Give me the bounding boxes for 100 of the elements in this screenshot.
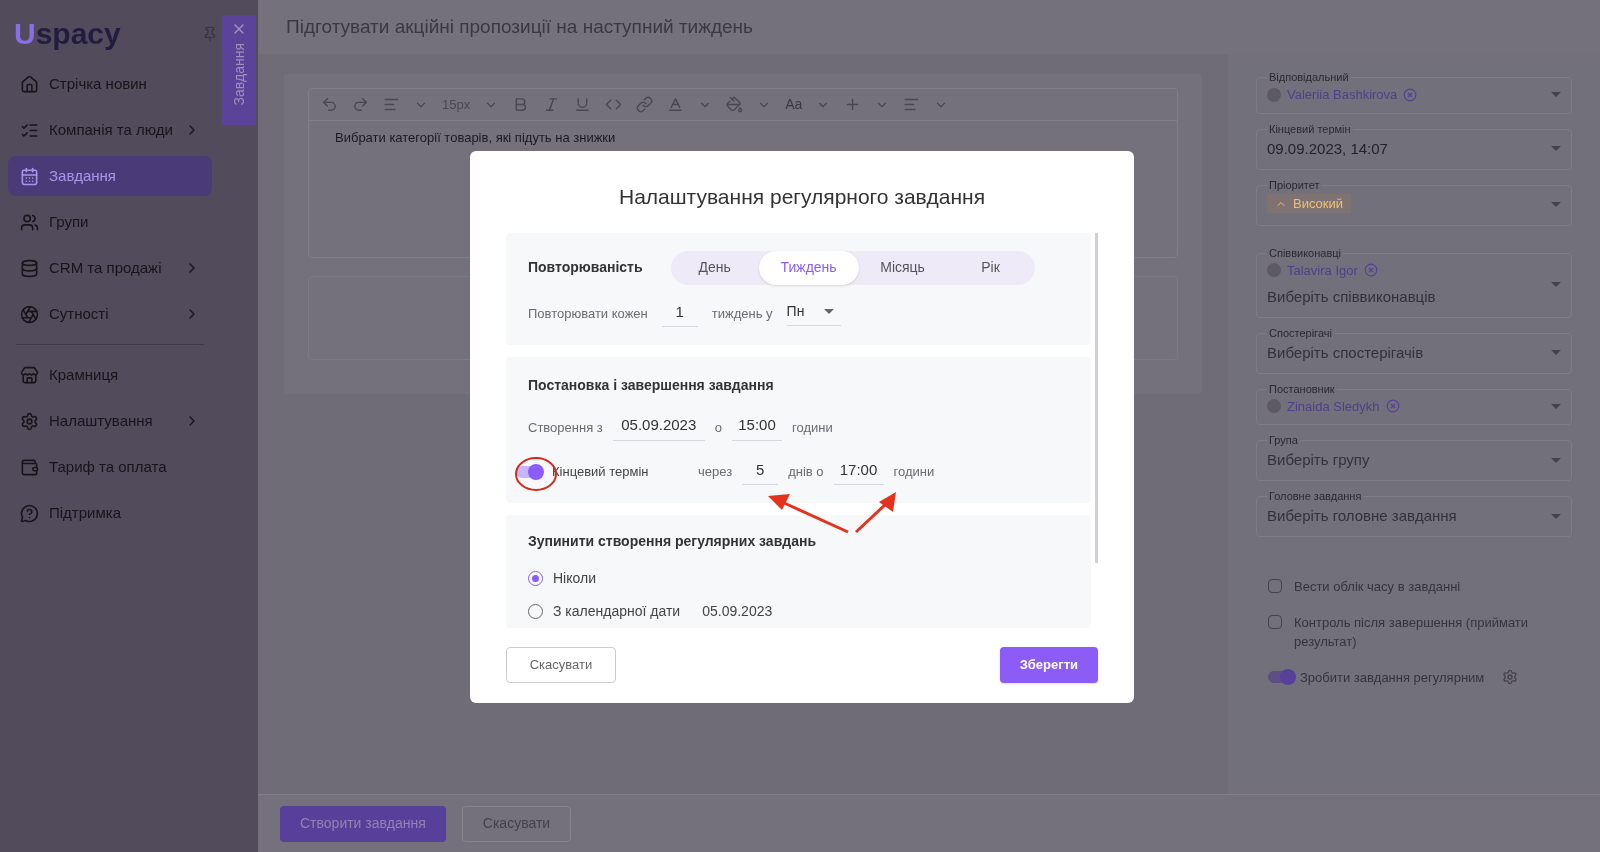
weekday-select[interactable]: Пн [786,301,841,327]
remove-icon[interactable] [1385,399,1400,414]
create-task-button[interactable]: Створити завдання [280,805,446,842]
nav-icon [20,166,39,186]
at-label: о [714,418,722,437]
nav-icon [20,212,39,232]
text-case-select[interactable]: Aa [785,94,803,115]
priority-badge: Високий [1267,193,1352,214]
link-icon[interactable] [636,96,654,113]
nav-item[interactable]: Налаштування [8,401,212,441]
settings-icon[interactable] [1502,669,1519,686]
nav-item[interactable]: Сутності [8,294,212,334]
pin-icon[interactable] [202,26,218,42]
redo-icon[interactable] [352,96,369,113]
days-label: днів о [788,463,824,481]
date-input[interactable]: 05.09.2023 [612,414,705,441]
time-input[interactable]: 17:00 [833,458,884,485]
placeholder: Виберіть співвиконавців [1267,287,1437,307]
period-tab[interactable]: Місяць [858,250,947,285]
field-label: Кінцевий термін [1269,122,1351,135]
fill-color-icon[interactable] [726,96,744,113]
radio-label: З календарної дати [553,602,681,621]
dropdown-arrow-icon [1551,457,1561,463]
nav-item[interactable]: CRM та продажі [8,248,212,288]
undo-icon[interactable] [321,96,338,113]
field-label: Постановник [1269,382,1335,395]
unit-label: тиждень у [711,305,773,323]
nav-icon [20,503,39,523]
nav-item[interactable]: Підтримка [8,493,212,533]
date-value: 05.09.2023 [702,602,773,621]
toggle[interactable] [1268,671,1294,684]
nav-item[interactable]: Тариф та оплата [8,447,212,487]
section-heading: Постановка і завершення завдання [528,376,775,395]
interval-input[interactable]: 1 [661,300,698,327]
nav-icon [20,258,39,278]
field-label: Співвиконавці [1269,246,1341,259]
dropdown-arrow-icon [1551,282,1561,287]
nav-icon [20,304,39,324]
checkbox-label: Контроль після завершення (приймати результат) [1294,613,1530,651]
dropdown-arrow-icon [1551,146,1561,151]
description-text[interactable]: Вибрати категорії товарів, які підуть на знижки [335,130,616,145]
radio-label: Ніколи [553,569,596,588]
period-tab[interactable]: День [670,250,759,285]
select-field[interactable]: Пріоритет Високий [1256,179,1572,226]
select-field[interactable]: Група Виберіть групу [1256,435,1572,481]
repeat-label: Повторювати кожен [528,305,648,323]
period-tab[interactable]: Тиждень [758,250,859,285]
select-field[interactable]: Кінцевий термін 09.09.2023, 14:07 [1256,123,1572,170]
nav-item[interactable]: Групи [8,202,212,242]
hours-label: години [893,463,935,481]
dialog-title: Налаштування регулярного завдання [617,184,987,210]
select-field[interactable]: Спостерігачі Виберіть спостерігачів [1256,327,1572,374]
dropdown-arrow-icon [1551,350,1561,355]
dropdown-arrow-icon [1551,513,1561,519]
section-heading: Зупинити створення регулярних завдань [528,532,817,551]
toggle-label: Зробити завдання регулярним [1300,668,1485,687]
annotation-arrow [854,492,896,534]
dropdown-arrow-icon [1551,92,1561,98]
nav-item[interactable]: Крамниця [8,355,212,395]
nav-icon [20,411,39,431]
field-label: Спостерігачі [1269,326,1332,339]
dropdown-arrow-icon [824,309,835,315]
placeholder: Виберіть спостерігачів [1267,343,1424,361]
time-input[interactable]: 15:00 [732,414,782,441]
remove-icon[interactable] [1403,87,1418,102]
placeholder: Виберіть групу [1267,451,1370,468]
section-heading: Повторюваність [528,258,643,277]
text-color-icon[interactable] [667,96,685,113]
checkbox-label: Вести облік часу в завданні [1294,578,1461,596]
nav-item[interactable]: Компанія та люди [8,110,212,150]
nav-item[interactable]: Завдання [8,156,212,196]
dropdown-arrow-icon [1551,403,1561,409]
nav-item[interactable]: Стрічка новин [8,64,212,104]
cancel-button[interactable]: Скасувати [506,647,616,683]
underline-icon[interactable] [574,96,592,113]
deadline-toggle[interactable] [516,465,542,478]
field-label: Головне завдання [1269,490,1362,502]
align-icon[interactable] [903,96,921,113]
period-tab[interactable]: Рік [946,250,1035,285]
placeholder: Виберіть головне завдання [1267,507,1457,524]
select-field[interactable]: Головне завдання Виберіть головне завдання [1256,491,1572,537]
checkbox[interactable] [1268,614,1282,629]
after-label: через [698,463,733,481]
field-label: Пріоритет [1269,178,1320,191]
paragraph-icon[interactable] [383,96,400,113]
side-tab[interactable]: Завдання [222,15,256,125]
field-label: Група [1269,434,1298,446]
field-value: 09.09.2023, 14:07 [1267,139,1388,157]
start-label: Створення з [528,418,603,437]
nav-icon [20,74,39,94]
save-button[interactable]: Зберегти [999,647,1098,683]
nav-icon [20,457,39,477]
dropdown-arrow-icon [1551,202,1561,207]
nav-icon [20,365,39,385]
days-input[interactable]: 5 [742,458,779,485]
field-label: Відповідальний [1269,71,1349,83]
checkbox[interactable] [1268,579,1282,593]
remove-icon[interactable] [1363,263,1378,278]
task-title: Підготувати акційні пропозиції на наступний тиждень [286,14,753,39]
hours-label: години [792,418,833,437]
